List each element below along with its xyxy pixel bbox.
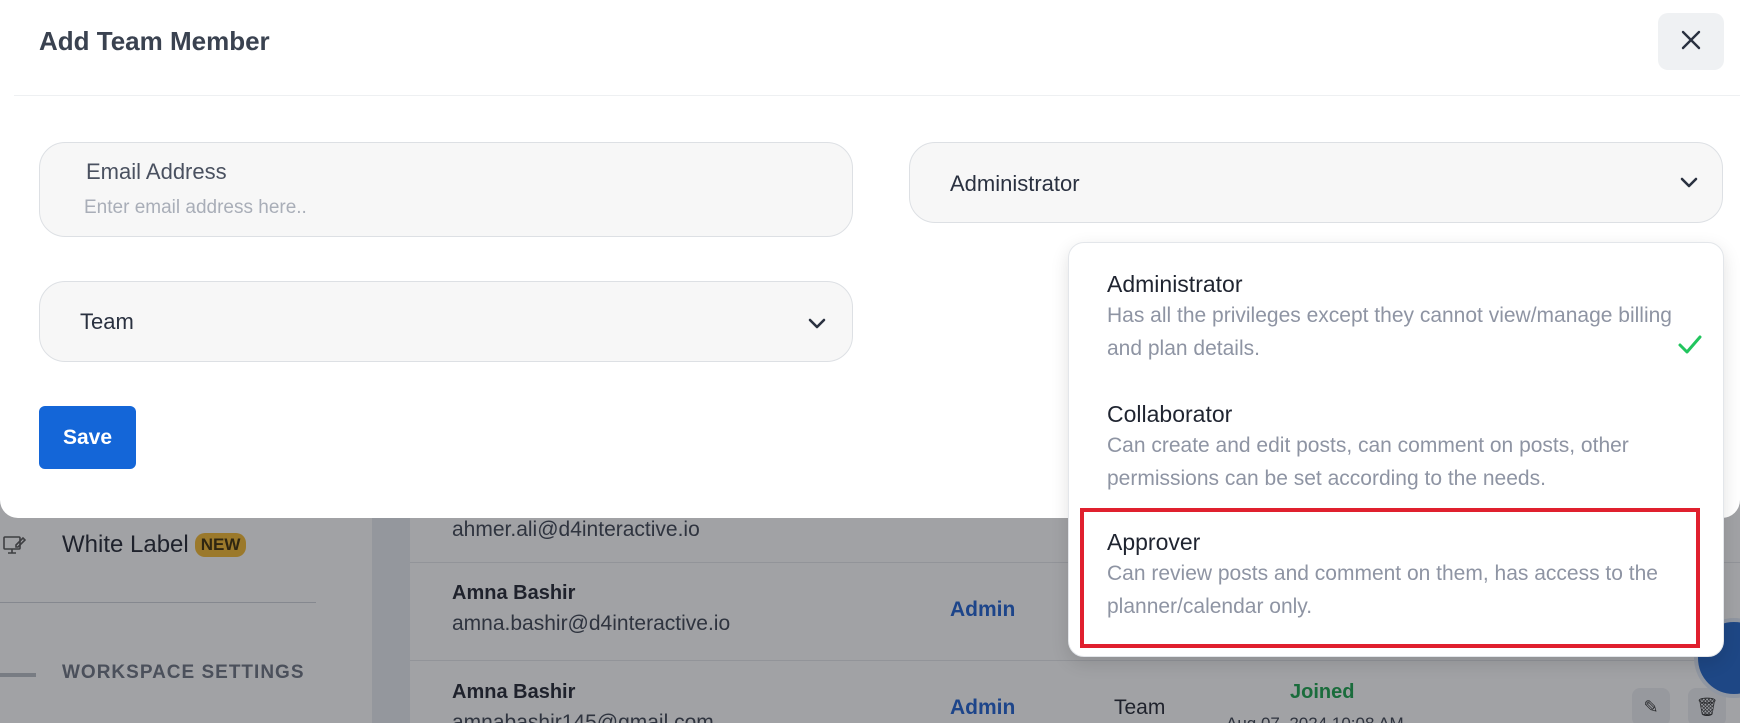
save-button[interactable]: Save: [39, 406, 136, 469]
role-select[interactable]: Administrator: [909, 142, 1723, 223]
chevron-down-icon: [1678, 171, 1700, 193]
modal-title: Add Team Member: [39, 26, 270, 56]
close-icon: [1680, 29, 1702, 54]
role-option-collaborator[interactable]: Collaborator Can create and edit posts, …: [1069, 401, 1725, 511]
close-button[interactable]: [1658, 13, 1724, 70]
role-select-value: Administrator: [950, 171, 1080, 196]
team-select[interactable]: Team: [39, 281, 853, 362]
role-option-title: Approver: [1107, 529, 1201, 555]
role-option-approver[interactable]: Approver Can review posts and comment on…: [1069, 509, 1725, 651]
role-option-title: Administrator: [1107, 271, 1243, 297]
role-option-description: Can create and edit posts, can comment o…: [1107, 434, 1629, 490]
modal-divider: [14, 95, 1740, 96]
email-field-label: Email Address: [86, 159, 227, 184]
role-option-description: Can review posts and comment on them, ha…: [1107, 562, 1658, 618]
chevron-down-icon: [806, 312, 828, 334]
email-input[interactable]: [84, 197, 784, 219]
checkmark-icon: [1677, 333, 1705, 357]
team-select-value: Team: [80, 309, 134, 334]
role-option-title: Collaborator: [1107, 401, 1233, 427]
role-option-description: Has all the privileges except they canno…: [1107, 304, 1672, 360]
role-option-administrator[interactable]: Administrator Has all the privileges exc…: [1069, 271, 1725, 381]
role-dropdown-menu: Administrator Has all the privileges exc…: [1068, 242, 1724, 657]
email-field[interactable]: Email Address: [39, 142, 853, 237]
